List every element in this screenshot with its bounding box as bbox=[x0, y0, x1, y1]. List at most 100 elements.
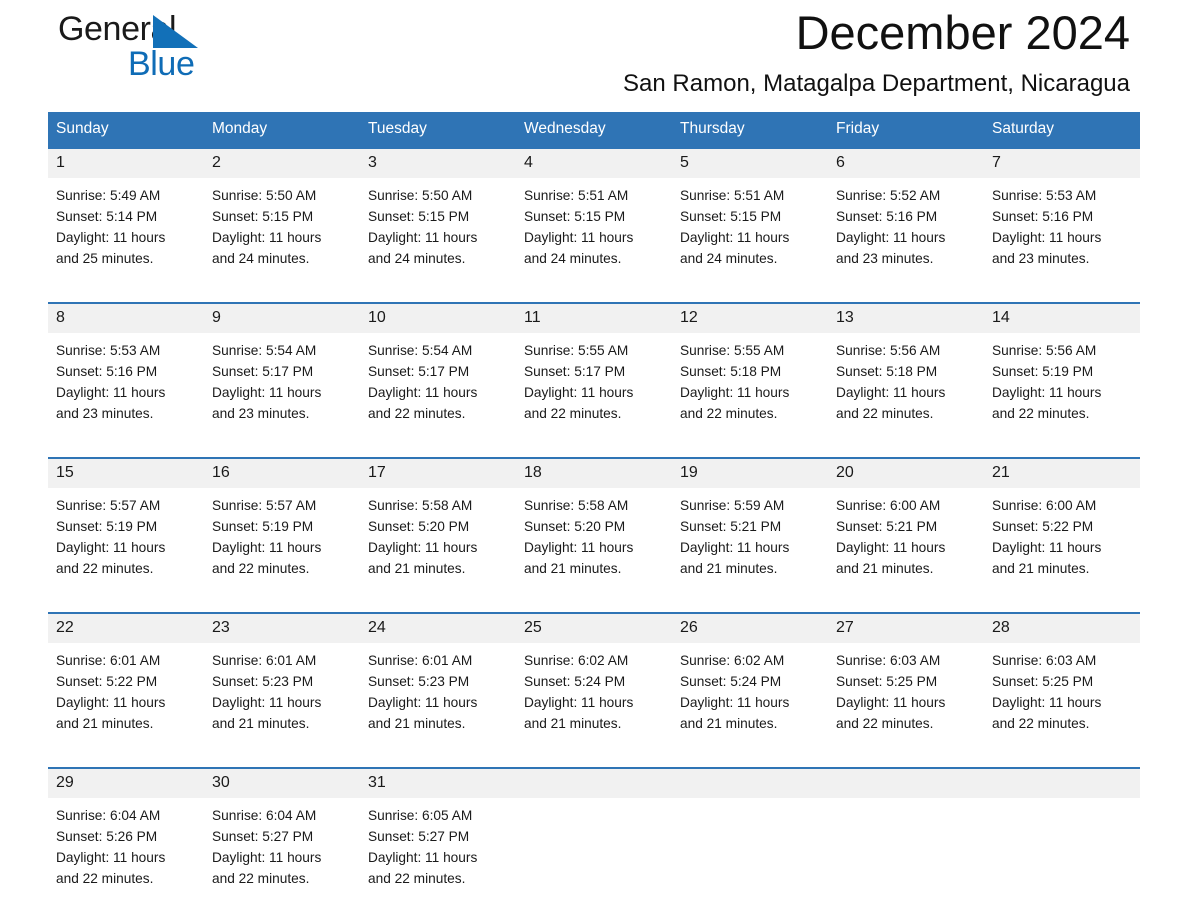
daylight-text-line1: Daylight: 11 hours bbox=[56, 384, 166, 400]
day-cell[interactable]: Sunrise: 5:50 AM Sunset: 5:15 PM Dayligh… bbox=[360, 178, 516, 290]
day-number[interactable]: 1 bbox=[48, 147, 204, 178]
sunrise-text: Sunrise: 5:50 AM bbox=[212, 188, 317, 203]
daylight-text-line1: Daylight: 11 hours bbox=[836, 539, 946, 555]
day-cell[interactable]: Sunrise: 6:01 AM Sunset: 5:22 PM Dayligh… bbox=[48, 643, 204, 755]
daylight-text-line2: and 22 minutes. bbox=[56, 870, 154, 886]
sunrise-text: Sunrise: 5:54 AM bbox=[368, 343, 473, 358]
day-cell-empty bbox=[516, 767, 672, 798]
daylight-text-line2: and 21 minutes. bbox=[524, 715, 622, 731]
day-number[interactable]: 28 bbox=[984, 612, 1140, 643]
daylight-text-line2: and 22 minutes. bbox=[680, 405, 778, 421]
day-number[interactable]: 3 bbox=[360, 147, 516, 178]
day-number[interactable]: 2 bbox=[204, 147, 360, 178]
daylight-text-line2: and 22 minutes. bbox=[836, 405, 934, 421]
day-number[interactable]: 9 bbox=[204, 302, 360, 333]
day-cell[interactable]: Sunrise: 5:52 AM Sunset: 5:16 PM Dayligh… bbox=[828, 178, 984, 290]
day-number[interactable]: 20 bbox=[828, 457, 984, 488]
day-cell[interactable]: Sunrise: 5:50 AM Sunset: 5:15 PM Dayligh… bbox=[204, 178, 360, 290]
sunset-text: Sunset: 5:27 PM bbox=[212, 828, 314, 844]
day-cell[interactable]: Sunrise: 5:58 AM Sunset: 5:20 PM Dayligh… bbox=[360, 488, 516, 600]
day-cell[interactable]: Sunrise: 5:49 AM Sunset: 5:14 PM Dayligh… bbox=[48, 178, 204, 290]
day-cell[interactable]: Sunrise: 6:04 AM Sunset: 5:26 PM Dayligh… bbox=[48, 798, 204, 910]
day-number[interactable]: 31 bbox=[360, 767, 516, 798]
day-number[interactable]: 30 bbox=[204, 767, 360, 798]
sunset-text: Sunset: 5:16 PM bbox=[836, 208, 938, 224]
day-cell[interactable]: Sunrise: 6:01 AM Sunset: 5:23 PM Dayligh… bbox=[360, 643, 516, 755]
day-number[interactable]: 22 bbox=[48, 612, 204, 643]
day-number[interactable]: 8 bbox=[48, 302, 204, 333]
daylight-text-line2: and 21 minutes. bbox=[992, 560, 1090, 576]
day-cell[interactable]: Sunrise: 6:04 AM Sunset: 5:27 PM Dayligh… bbox=[204, 798, 360, 910]
daylight-text-line2: and 22 minutes. bbox=[368, 870, 466, 886]
day-number[interactable]: 26 bbox=[672, 612, 828, 643]
day-number[interactable]: 5 bbox=[672, 147, 828, 178]
day-number[interactable]: 10 bbox=[360, 302, 516, 333]
day-number[interactable]: 4 bbox=[516, 147, 672, 178]
day-cell[interactable]: Sunrise: 6:03 AM Sunset: 5:25 PM Dayligh… bbox=[828, 643, 984, 755]
day-cell[interactable]: Sunrise: 6:02 AM Sunset: 5:24 PM Dayligh… bbox=[516, 643, 672, 755]
page-header: General Blue December 2024 San Ramon, Ma… bbox=[48, 0, 1140, 112]
sunrise-text: Sunrise: 5:57 AM bbox=[56, 498, 161, 513]
daylight-text-line2: and 21 minutes. bbox=[836, 560, 934, 576]
day-cell[interactable]: Sunrise: 5:56 AM Sunset: 5:19 PM Dayligh… bbox=[984, 333, 1140, 445]
day-cell[interactable]: Sunrise: 5:51 AM Sunset: 5:15 PM Dayligh… bbox=[672, 178, 828, 290]
sunrise-text: Sunrise: 6:01 AM bbox=[56, 653, 161, 668]
day-number[interactable]: 16 bbox=[204, 457, 360, 488]
title-block: December 2024 San Ramon, Matagalpa Depar… bbox=[623, 7, 1130, 99]
day-cell[interactable]: Sunrise: 6:05 AM Sunset: 5:27 PM Dayligh… bbox=[360, 798, 516, 910]
daylight-text-line1: Daylight: 11 hours bbox=[368, 229, 478, 245]
day-number[interactable]: 15 bbox=[48, 457, 204, 488]
day-number[interactable]: 23 bbox=[204, 612, 360, 643]
day-number[interactable]: 19 bbox=[672, 457, 828, 488]
day-cell[interactable]: Sunrise: 5:59 AM Sunset: 5:21 PM Dayligh… bbox=[672, 488, 828, 600]
daylight-text-line1: Daylight: 11 hours bbox=[212, 539, 322, 555]
day-number[interactable]: 27 bbox=[828, 612, 984, 643]
day-cell[interactable]: Sunrise: 6:01 AM Sunset: 5:23 PM Dayligh… bbox=[204, 643, 360, 755]
day-number[interactable]: 7 bbox=[984, 147, 1140, 178]
week-separator bbox=[48, 290, 1140, 303]
week-row-daynumbers: 15 16 17 18 19 20 21 bbox=[48, 457, 1140, 488]
sunrise-text: Sunrise: 6:01 AM bbox=[212, 653, 317, 668]
day-cell[interactable]: Sunrise: 5:55 AM Sunset: 5:18 PM Dayligh… bbox=[672, 333, 828, 445]
daylight-text-line1: Daylight: 11 hours bbox=[524, 229, 634, 245]
day-cell[interactable]: Sunrise: 5:55 AM Sunset: 5:17 PM Dayligh… bbox=[516, 333, 672, 445]
day-number[interactable]: 29 bbox=[48, 767, 204, 798]
day-number[interactable]: 25 bbox=[516, 612, 672, 643]
sunrise-text: Sunrise: 6:00 AM bbox=[992, 498, 1097, 513]
daylight-text-line1: Daylight: 11 hours bbox=[992, 229, 1102, 245]
day-cell[interactable]: Sunrise: 5:53 AM Sunset: 5:16 PM Dayligh… bbox=[984, 178, 1140, 290]
day-number[interactable]: 12 bbox=[672, 302, 828, 333]
day-number[interactable]: 6 bbox=[828, 147, 984, 178]
day-number[interactable]: 21 bbox=[984, 457, 1140, 488]
daylight-text-line2: and 24 minutes. bbox=[680, 250, 778, 266]
daylight-text-line1: Daylight: 11 hours bbox=[680, 694, 790, 710]
weekday-header-saturday: Saturday bbox=[984, 112, 1140, 148]
day-number[interactable]: 14 bbox=[984, 302, 1140, 333]
day-cell[interactable]: Sunrise: 6:00 AM Sunset: 5:22 PM Dayligh… bbox=[984, 488, 1140, 600]
day-cell[interactable]: Sunrise: 5:58 AM Sunset: 5:20 PM Dayligh… bbox=[516, 488, 672, 600]
day-cell[interactable]: Sunrise: 5:53 AM Sunset: 5:16 PM Dayligh… bbox=[48, 333, 204, 445]
daylight-text-line2: and 21 minutes. bbox=[524, 560, 622, 576]
daylight-text-line2: and 21 minutes. bbox=[680, 715, 778, 731]
day-cell[interactable]: Sunrise: 5:57 AM Sunset: 5:19 PM Dayligh… bbox=[204, 488, 360, 600]
day-number[interactable]: 18 bbox=[516, 457, 672, 488]
day-cell[interactable]: Sunrise: 5:54 AM Sunset: 5:17 PM Dayligh… bbox=[360, 333, 516, 445]
daylight-text-line1: Daylight: 11 hours bbox=[992, 539, 1102, 555]
day-cell[interactable]: Sunrise: 6:00 AM Sunset: 5:21 PM Dayligh… bbox=[828, 488, 984, 600]
day-number[interactable]: 17 bbox=[360, 457, 516, 488]
day-cell[interactable]: Sunrise: 5:57 AM Sunset: 5:19 PM Dayligh… bbox=[48, 488, 204, 600]
calendar-grid: Sunday Monday Tuesday Wednesday Thursday… bbox=[48, 112, 1140, 910]
sunset-text: Sunset: 5:26 PM bbox=[56, 828, 158, 844]
day-number[interactable]: 24 bbox=[360, 612, 516, 643]
day-cell-empty bbox=[516, 798, 672, 910]
day-cell[interactable]: Sunrise: 5:51 AM Sunset: 5:15 PM Dayligh… bbox=[516, 178, 672, 290]
day-cell[interactable]: Sunrise: 6:02 AM Sunset: 5:24 PM Dayligh… bbox=[672, 643, 828, 755]
day-number[interactable]: 11 bbox=[516, 302, 672, 333]
day-cell[interactable]: Sunrise: 5:54 AM Sunset: 5:17 PM Dayligh… bbox=[204, 333, 360, 445]
day-cell[interactable]: Sunrise: 6:03 AM Sunset: 5:25 PM Dayligh… bbox=[984, 643, 1140, 755]
week-row-daynumbers: 8 9 10 11 12 13 14 bbox=[48, 302, 1140, 333]
day-number[interactable]: 13 bbox=[828, 302, 984, 333]
sunrise-text: Sunrise: 5:59 AM bbox=[680, 498, 785, 513]
day-cell[interactable]: Sunrise: 5:56 AM Sunset: 5:18 PM Dayligh… bbox=[828, 333, 984, 445]
daylight-text-line2: and 21 minutes. bbox=[212, 715, 310, 731]
